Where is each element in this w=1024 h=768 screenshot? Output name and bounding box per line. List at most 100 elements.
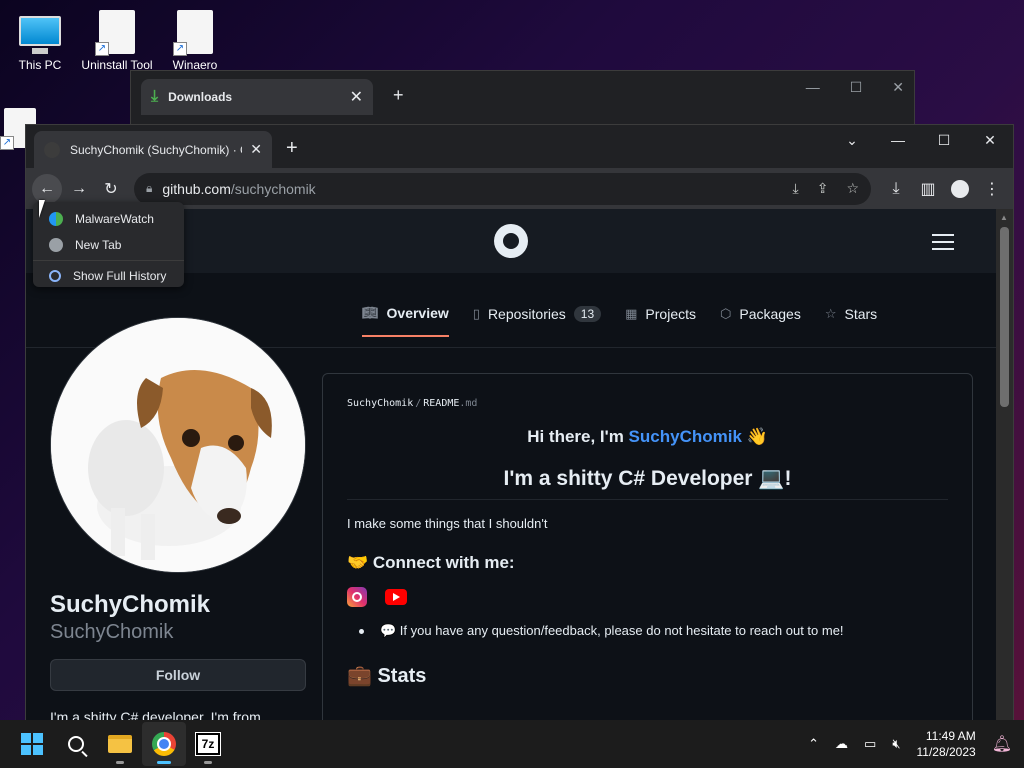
desktop-icon-this-pc[interactable]: This PC <box>0 10 80 72</box>
menu-button[interactable]: ⋮ <box>977 174 1007 204</box>
chrome-icon <box>49 238 63 252</box>
windows-logo-icon <box>21 733 43 755</box>
bookmark-star-icon[interactable]: ☆ <box>846 180 859 197</box>
downloads-window[interactable]: ⤓ Downloads ✕ + — ☐ ✕ <box>130 70 915 130</box>
hamburger-menu-icon[interactable] <box>932 234 954 255</box>
side-panel-icon: ▥ <box>920 180 936 198</box>
close-tab-icon[interactable]: ✕ <box>250 141 262 158</box>
minimize-icon[interactable]: — <box>875 132 921 148</box>
close-tab-icon[interactable]: ✕ <box>350 87 363 107</box>
side-panel-button[interactable]: ▥ <box>913 174 943 204</box>
url-text: github.com/suchychomik <box>162 180 316 197</box>
tab-title: SuchyChomik (SuchyChomik) · G <box>70 142 243 157</box>
search-button[interactable] <box>54 722 98 766</box>
instagram-icon[interactable] <box>347 587 367 607</box>
new-tab-button[interactable]: + <box>393 85 404 106</box>
forward-button[interactable]: → <box>64 174 94 204</box>
tab-overview[interactable]: 📖︎ Overview <box>362 305 449 337</box>
share-icon[interactable]: ⇪ <box>817 180 829 197</box>
back-button[interactable]: ← <box>32 173 62 204</box>
profile-tabs: 📖︎ Overview ▯ Repositories 13 ▦ Projects… <box>362 305 877 337</box>
taskbar: 7z ⌃ ☁ ▭ 🔇︎ 11:49 AM 11/28/2023 🔔︎ <box>0 720 1024 768</box>
window-controls: — ☐ ✕ <box>806 79 904 96</box>
7zip-taskbar-button[interactable]: 7z <box>186 722 230 766</box>
repo-icon: ▯ <box>472 306 480 321</box>
scroll-up-icon[interactable]: ▲ <box>1000 213 1008 222</box>
table-icon: ▦ <box>625 306 638 321</box>
downloads-button[interactable]: ⤓ <box>881 174 911 204</box>
menu-divider <box>33 260 184 261</box>
search-icon <box>68 736 84 752</box>
network-icon[interactable]: ▭ <box>864 736 876 752</box>
arrow-left-icon: ← <box>39 179 55 197</box>
readme-owner-link[interactable]: SuchyChomik <box>347 398 413 409</box>
star-icon: ☆ <box>824 306 837 321</box>
tab-repositories[interactable]: ▯ Repositories 13 <box>472 305 602 337</box>
malwarewatch-icon <box>49 212 63 226</box>
lock-icon[interactable]: 🔒︎ <box>146 181 152 196</box>
scrollbar-thumb[interactable] <box>1000 227 1009 407</box>
start-button[interactable] <box>10 722 54 766</box>
readme-card: SuchyChomik / README.md Hi there, I'm Such… <box>322 373 973 720</box>
back-history-menu: MalwareWatch New Tab Show Full History <box>33 202 184 287</box>
history-item-new-tab[interactable]: New Tab <box>33 232 184 258</box>
tab-github-profile[interactable]: SuchyChomik (SuchyChomik) · G ✕ <box>34 131 272 168</box>
dog-avatar-image <box>51 318 305 572</box>
history-item-malwarewatch[interactable]: MalwareWatch <box>33 206 184 232</box>
youtube-icon[interactable] <box>385 589 407 605</box>
close-icon[interactable]: ✕ <box>967 132 1013 149</box>
chrome-taskbar-button[interactable] <box>142 722 186 766</box>
address-bar[interactable]: 🔒︎ github.com/suchychomik ⤓ ⇪ ☆ <box>134 172 871 205</box>
clock-time: 11:49 AM <box>925 729 976 743</box>
new-tab-button[interactable]: + <box>286 137 298 160</box>
reload-icon: ↻ <box>104 180 118 198</box>
tab-search-chevron-down-icon[interactable]: ⌄ <box>829 132 875 149</box>
tab-stars[interactable]: ☆ Stars <box>825 305 877 337</box>
follow-button[interactable]: Follow <box>50 659 306 691</box>
profile-link[interactable]: SuchyChomik <box>629 427 742 446</box>
notification-bell-icon[interactable]: 🔔︎ <box>992 734 1012 754</box>
readme-intro: I make some things that I shouldn't <box>347 516 548 531</box>
folder-icon <box>108 735 132 753</box>
github-favicon-icon <box>44 141 60 158</box>
shortcut-file-icon: ↗ <box>173 10 213 56</box>
7zip-icon: 7z <box>195 732 221 756</box>
show-full-history[interactable]: Show Full History <box>33 263 184 289</box>
downloads-tab-title: Downloads <box>168 90 233 104</box>
shortcut-file-icon: ↗ <box>95 10 135 56</box>
desktop-icon-winaero[interactable]: ↗ Winaero <box>155 10 235 72</box>
profile-button[interactable] <box>945 174 975 204</box>
minimize-icon[interactable]: — <box>806 79 820 96</box>
tab-projects[interactable]: ▦ Projects <box>625 305 696 337</box>
onedrive-icon[interactable]: ☁ <box>835 736 848 752</box>
mouse-cursor-icon <box>39 200 45 218</box>
github-logo-icon[interactable] <box>494 224 528 258</box>
avatar[interactable] <box>50 317 306 573</box>
connect-heading: 🤝 Connect with me: <box>347 553 515 572</box>
readme-headline: I'm a shitty C# Developer 💻! <box>347 467 948 500</box>
reload-button[interactable]: ↻ <box>96 174 126 204</box>
tab-strip: SuchyChomik (SuchyChomik) · G ✕ + ⌄ — ☐ … <box>26 125 1013 168</box>
profile-avatar-icon <box>951 179 969 198</box>
volume-muted-icon[interactable]: 🔇︎ <box>892 736 900 752</box>
chrome-icon <box>152 732 176 756</box>
kebab-menu-icon: ⋮ <box>984 180 1000 198</box>
maximize-icon[interactable]: ☐ <box>921 132 967 149</box>
file-explorer-button[interactable] <box>98 722 142 766</box>
page-scrollbar[interactable]: ▲ <box>996 209 1013 720</box>
history-icon <box>49 270 61 282</box>
maximize-icon[interactable]: ☐ <box>850 79 863 96</box>
chevron-up-icon[interactable]: ⌃ <box>808 736 819 752</box>
system-tray: ⌃ ☁ ▭ 🔇︎ 11:49 AM 11/28/2023 🔔︎ <box>808 720 1012 768</box>
install-app-icon[interactable]: ⤓ <box>793 180 799 197</box>
downloads-tab[interactable]: ⤓ Downloads ✕ <box>141 79 373 115</box>
tab-packages[interactable]: ⬡ Packages <box>720 305 801 337</box>
desktop-icon-label: This PC <box>18 58 62 72</box>
profile-name: SuchyChomik <box>50 591 211 618</box>
close-icon[interactable]: ✕ <box>892 79 904 96</box>
arrow-right-icon: → <box>71 179 87 197</box>
clock[interactable]: 11:49 AM 11/28/2023 <box>917 728 976 760</box>
social-links <box>347 587 948 607</box>
desktop-icon-uninstall-tool[interactable]: ↗ Uninstall Tool <box>77 10 157 72</box>
download-icon: ⤓ <box>892 179 900 197</box>
